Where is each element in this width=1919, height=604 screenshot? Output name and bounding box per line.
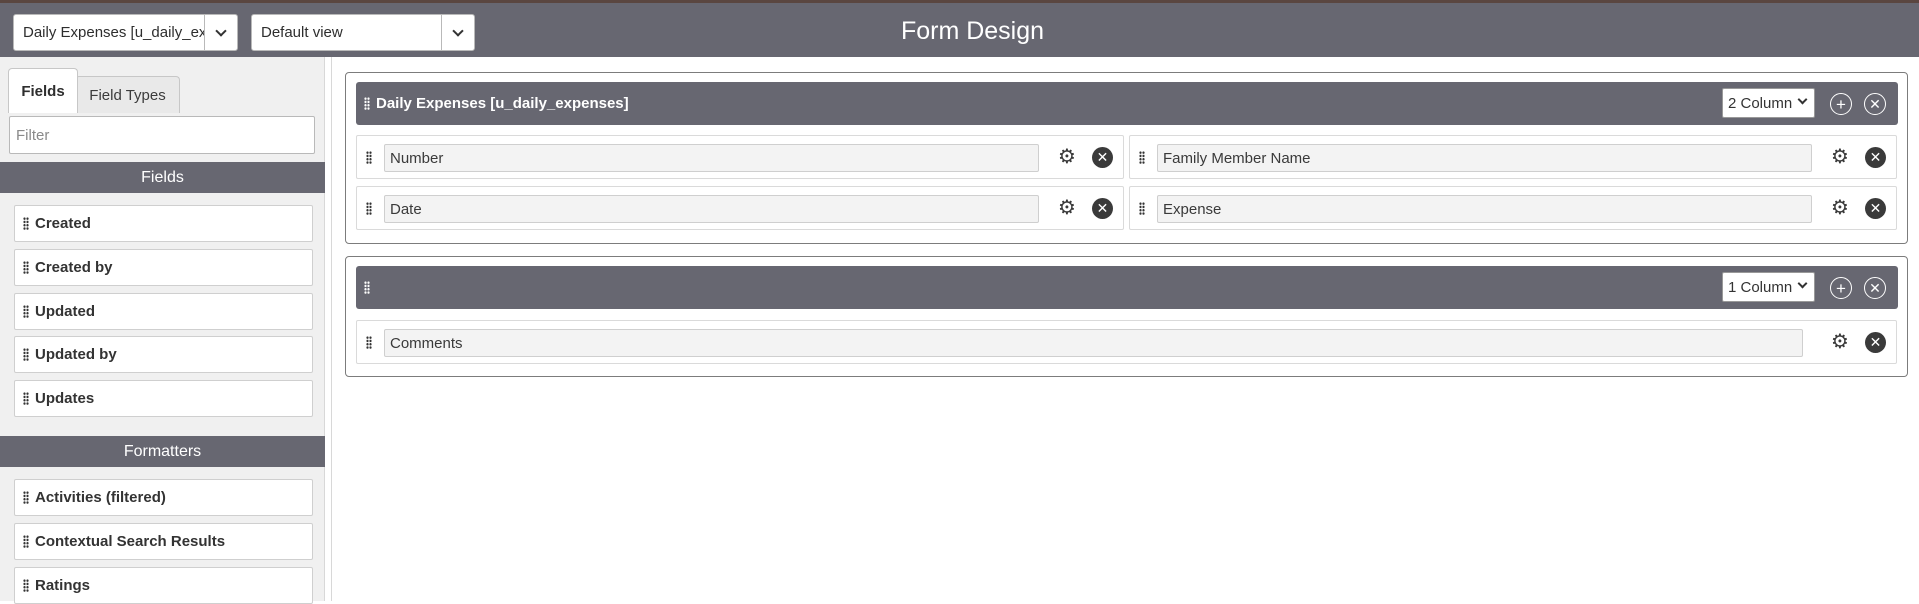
form-field-family-member-name[interactable]: Family Member Name ⚙ ✕ (1129, 135, 1897, 179)
sidebar-field-label: Updated (35, 303, 95, 320)
x-circle-icon[interactable]: ✕ (1865, 332, 1886, 353)
sidebar-formatter-label: Ratings (35, 577, 91, 594)
sidebar-field-created[interactable]: Created (14, 205, 313, 242)
section-title: Daily Expenses [u_daily_expenses] (376, 95, 629, 112)
remove-section-button[interactable]: ✕ (1864, 93, 1886, 115)
plus-circle-icon: + (1836, 278, 1846, 298)
grip-icon (23, 579, 29, 592)
grip-icon (23, 217, 29, 230)
field-label: Number (384, 144, 1039, 172)
sidebar-formatter-ratings[interactable]: Ratings (14, 567, 313, 604)
x-circle-icon: ✕ (1869, 280, 1881, 296)
sidebar-resize-handle[interactable] (326, 57, 332, 601)
plus-circle-icon: + (1836, 94, 1846, 114)
grip-icon (23, 261, 29, 274)
gear-icon[interactable]: ⚙ (1830, 198, 1850, 218)
tab-fields[interactable]: Fields (8, 68, 78, 113)
filter-input[interactable]: Filter (9, 116, 315, 154)
formatters-heading: Formatters (0, 436, 325, 467)
gear-icon[interactable]: ⚙ (1830, 332, 1850, 352)
sidebar-formatter-label: Activities (filtered) (35, 489, 166, 506)
grip-icon (366, 151, 372, 164)
grip-icon (364, 97, 370, 110)
column-select-value: 1 Column (1728, 278, 1793, 296)
chevron-down-icon (1797, 278, 1808, 289)
column-select-value: 2 Column (1728, 94, 1793, 112)
grip-icon (23, 305, 29, 318)
grip-icon (23, 491, 29, 504)
grip-icon (1139, 202, 1145, 215)
sidebar-field-created-by[interactable]: Created by (14, 249, 313, 286)
grip-icon (23, 348, 29, 361)
grip-icon (364, 281, 370, 294)
gear-icon[interactable]: ⚙ (1830, 147, 1850, 167)
remove-section-button[interactable]: ✕ (1864, 277, 1886, 299)
column-select[interactable]: 1 Column (1722, 272, 1815, 302)
sidebar-field-updated-by[interactable]: Updated by (14, 336, 313, 373)
sidebar-field-label: Created (35, 215, 91, 232)
add-section-button[interactable]: + (1830, 277, 1852, 299)
sidebar-field-label: Created by (35, 259, 113, 276)
x-circle-icon[interactable]: ✕ (1092, 147, 1113, 168)
gear-icon[interactable]: ⚙ (1057, 147, 1077, 167)
sidebar-field-label: Updated by (35, 346, 117, 363)
x-circle-icon[interactable]: ✕ (1865, 147, 1886, 168)
sidebar-formatter-activities[interactable]: Activities (filtered) (14, 479, 313, 516)
grip-icon (23, 535, 29, 548)
tab-field-types[interactable]: Field Types (75, 76, 180, 113)
fields-heading: Fields (0, 162, 325, 193)
field-label: Family Member Name (1157, 144, 1812, 172)
sidebar-formatter-contextual-search[interactable]: Contextual Search Results (14, 523, 313, 560)
grip-icon (23, 392, 29, 405)
gear-icon[interactable]: ⚙ (1057, 198, 1077, 218)
x-circle-icon: ✕ (1869, 96, 1881, 112)
section-header[interactable]: 1 Column + ✕ (356, 266, 1898, 309)
section-header[interactable]: Daily Expenses [u_daily_expenses] 2 Colu… (356, 82, 1898, 125)
page-title: Form Design (900, 17, 1045, 45)
add-section-button[interactable]: + (1830, 93, 1852, 115)
x-circle-icon[interactable]: ✕ (1092, 198, 1113, 219)
form-field-number[interactable]: Number ⚙ ✕ (356, 135, 1124, 179)
field-label: Expense (1157, 195, 1812, 223)
x-circle-icon[interactable]: ✕ (1865, 198, 1886, 219)
sidebar-field-label: Updates (35, 390, 95, 407)
column-select[interactable]: 2 Column (1722, 88, 1815, 118)
form-field-expense[interactable]: Expense ⚙ ✕ (1129, 186, 1897, 230)
form-field-date[interactable]: Date ⚙ ✕ (356, 186, 1124, 230)
field-label: Date (384, 195, 1039, 223)
chevron-down-icon (1797, 94, 1808, 105)
form-field-comments[interactable]: Comments ⚙ ✕ (356, 320, 1897, 364)
grip-icon (1139, 151, 1145, 164)
top-header: Daily Expenses [u_daily_expenses] Defaul… (0, 0, 1919, 57)
sidebar-formatter-label: Contextual Search Results (35, 533, 226, 550)
grip-icon (366, 336, 372, 349)
sidebar-field-updates[interactable]: Updates (14, 380, 313, 417)
field-label: Comments (384, 329, 1803, 357)
sidebar-field-updated[interactable]: Updated (14, 293, 313, 330)
grip-icon (366, 202, 372, 215)
